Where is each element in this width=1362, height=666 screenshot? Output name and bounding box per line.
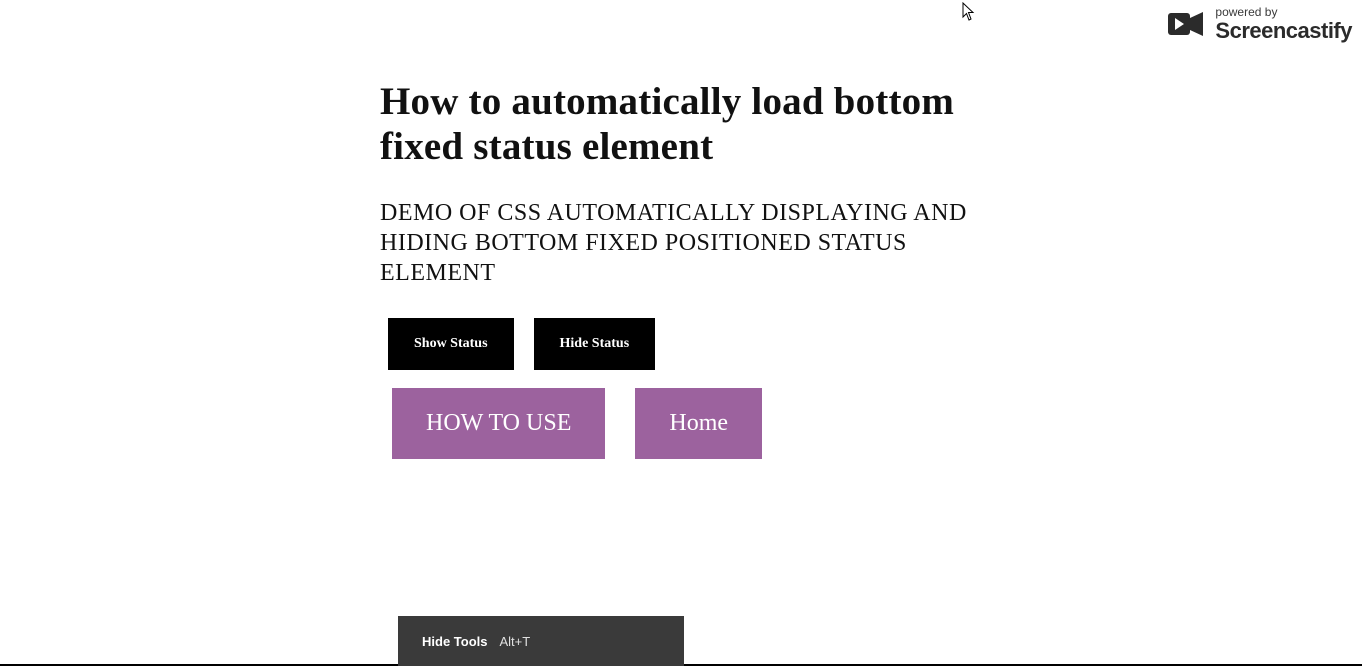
tools-bar[interactable]: Hide Tools Alt+T [398, 616, 684, 666]
screencastify-logo-icon [1167, 6, 1207, 42]
hide-status-button[interactable]: Hide Status [534, 318, 656, 370]
watermark-powered-label: powered by [1215, 6, 1352, 18]
how-to-use-button[interactable]: HOW TO USE [392, 388, 605, 459]
show-status-button[interactable]: Show Status [388, 318, 514, 370]
watermark-brand-label: Screencastify [1215, 20, 1352, 42]
page-subtitle: DEMO OF CSS AUTOMATICALLY DISPLAYING AND… [380, 198, 980, 288]
cursor-icon [962, 2, 976, 22]
button-row-secondary: HOW TO USE Home [388, 388, 980, 459]
button-row-primary: Show Status Hide Status [388, 318, 980, 370]
screencastify-watermark: powered by Screencastify [1167, 6, 1352, 42]
home-button[interactable]: Home [635, 388, 762, 459]
hide-tools-shortcut: Alt+T [499, 634, 530, 649]
main-content: How to automatically load bottom fixed s… [380, 80, 980, 459]
page-title: How to automatically load bottom fixed s… [380, 80, 980, 170]
hide-tools-label: Hide Tools [422, 634, 487, 649]
